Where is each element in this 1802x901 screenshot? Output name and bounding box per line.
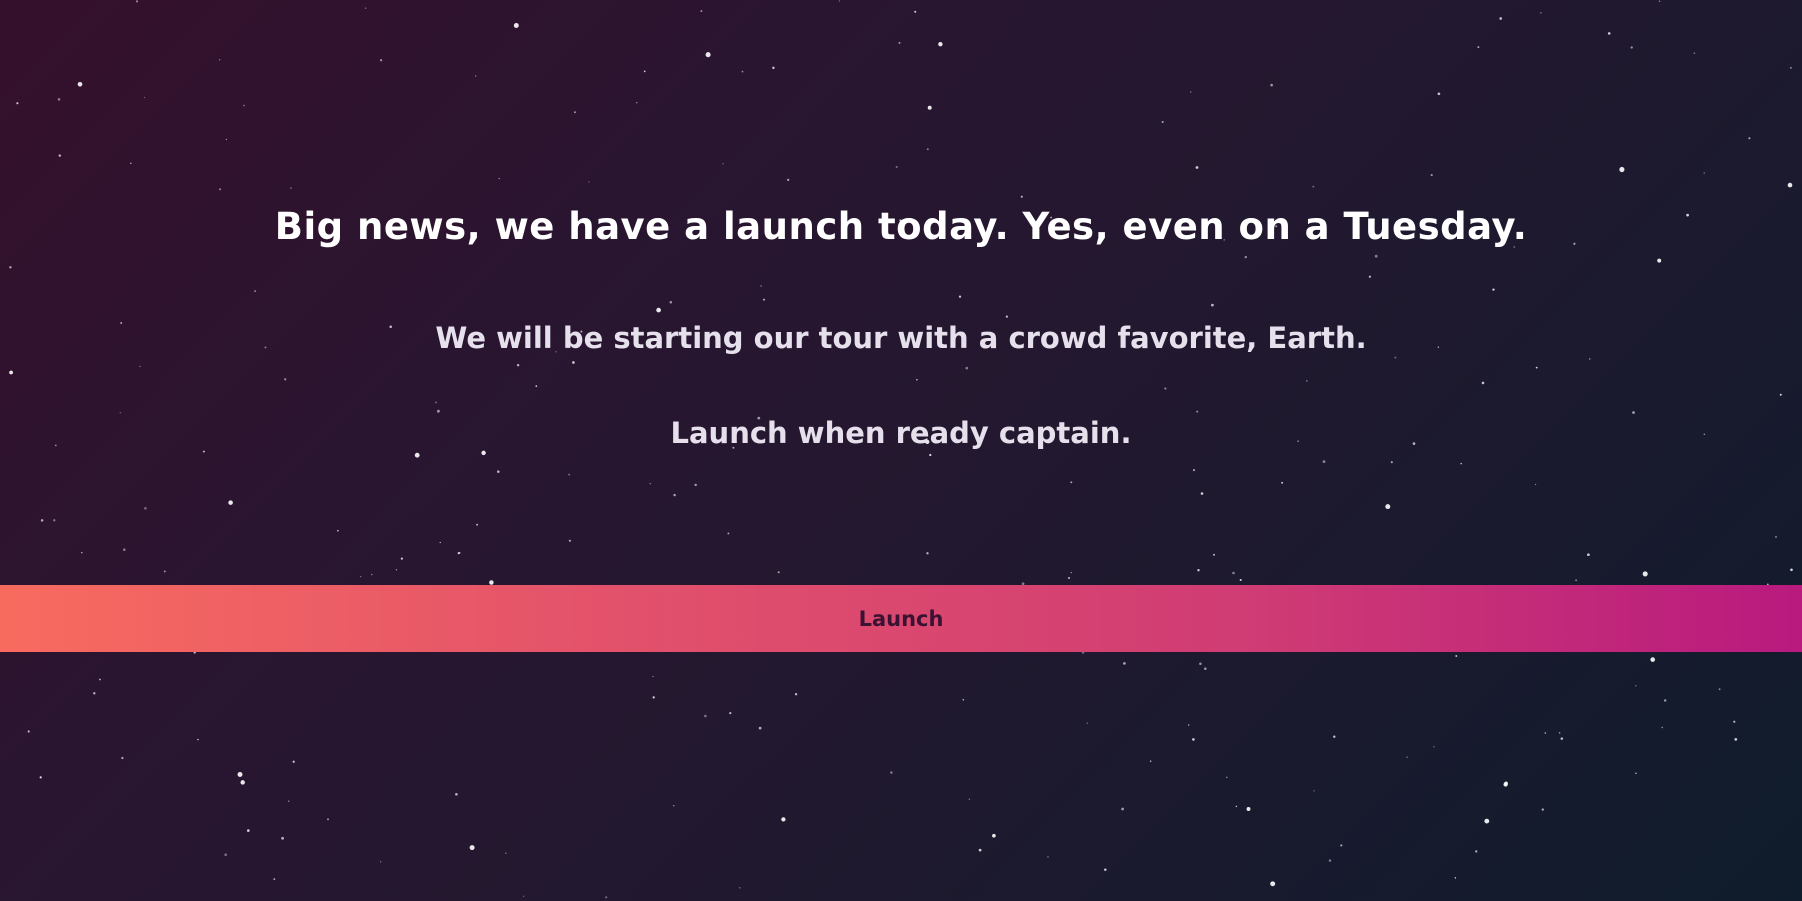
tour-description: We will be starting our tour with a crow… — [435, 321, 1367, 355]
page-headline: Big news, we have a launch today. Yes, e… — [274, 205, 1528, 248]
landing-page: Big news, we have a launch today. Yes, e… — [0, 0, 1802, 901]
launch-button[interactable]: Launch — [0, 585, 1802, 652]
launch-prompt: Launch when ready captain. — [670, 416, 1132, 450]
